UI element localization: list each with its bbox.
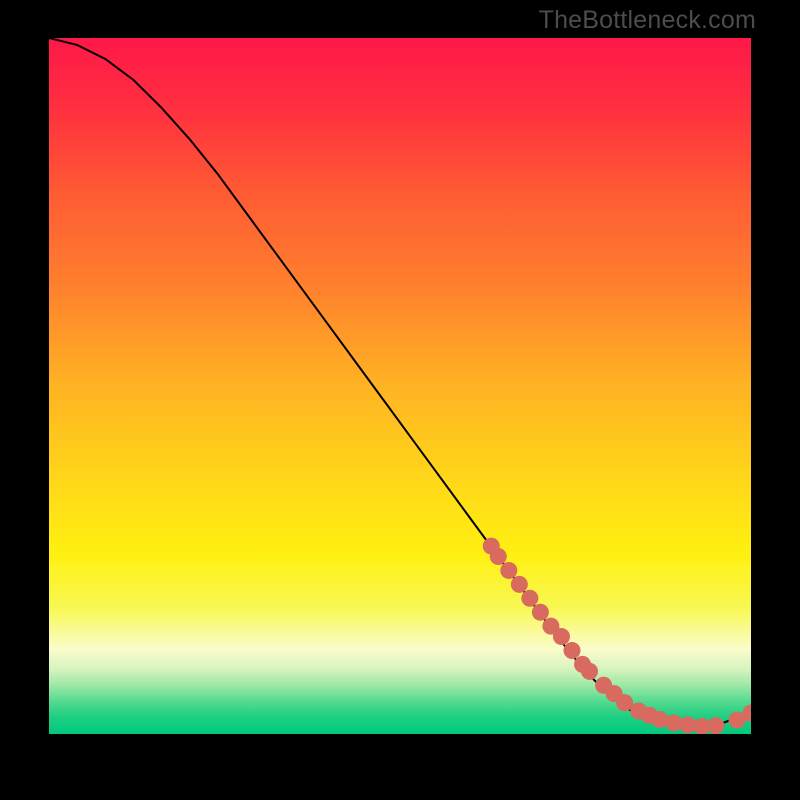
data-marker xyxy=(500,562,517,579)
data-marker xyxy=(563,642,580,659)
chart xyxy=(49,38,751,734)
data-marker xyxy=(521,590,538,607)
image-frame: TheBottleneck.com xyxy=(0,0,800,800)
data-marker xyxy=(532,604,549,621)
gradient-background xyxy=(49,38,751,734)
data-marker xyxy=(511,576,528,593)
data-marker xyxy=(490,548,507,565)
data-marker xyxy=(581,663,598,680)
data-marker xyxy=(707,717,724,734)
data-marker xyxy=(553,628,570,645)
chart-svg xyxy=(49,38,751,734)
watermark-text: TheBottleneck.com xyxy=(539,6,756,35)
